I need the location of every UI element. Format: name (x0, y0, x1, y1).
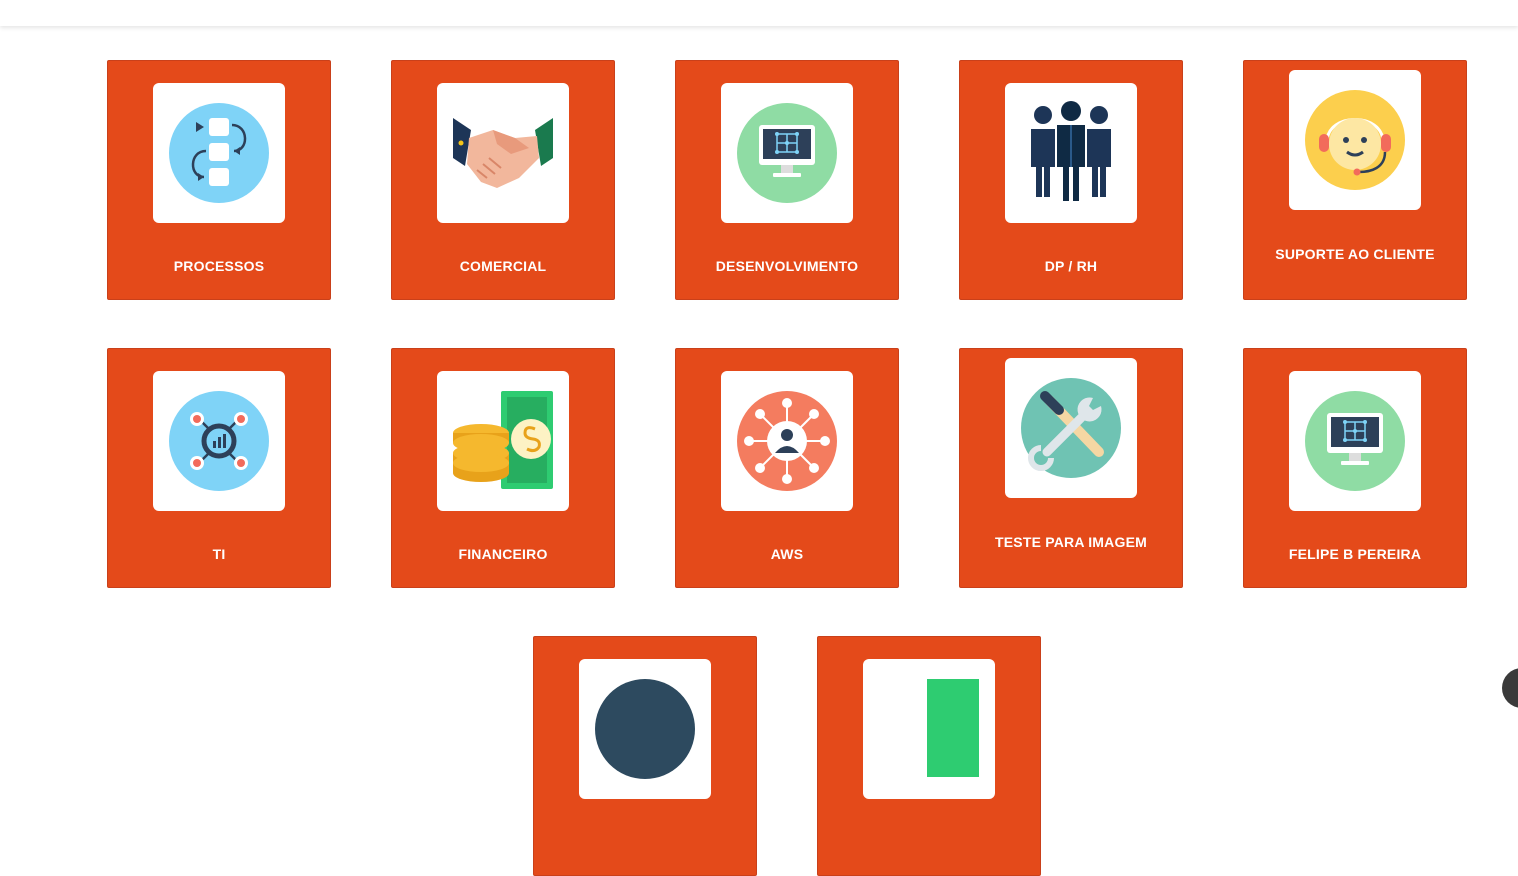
card-icon-tile (1289, 70, 1421, 210)
card-suporte-ao-cliente[interactable]: SUPORTE AO CLIENTE (1243, 60, 1467, 300)
card-label: SUPORTE AO CLIENTE (1275, 246, 1435, 262)
card-label: AWS (770, 546, 804, 562)
card-label: TESTE PARA IMAGEM (995, 534, 1147, 550)
card-ti[interactable]: TI (107, 348, 331, 588)
card-icon-tile (721, 83, 853, 223)
card-processos[interactable]: PROCESSOS (107, 60, 331, 300)
monitor-network-icon (737, 103, 837, 203)
card-icon-tile (153, 371, 285, 511)
people-group-icon (1031, 101, 1111, 201)
card-financeiro[interactable]: FINANCEIRO (391, 348, 615, 588)
card-label: FINANCEIRO (458, 546, 548, 562)
coins-money-icon (453, 391, 553, 489)
card-desenvolvimento[interactable]: DESENVOLVIMENTO (675, 60, 899, 300)
card-label: FELIPE B PEREIRA (1288, 546, 1422, 562)
card-label: PROCESSOS (173, 258, 265, 274)
partial-circle-icon (595, 679, 695, 779)
process-flow-icon (169, 103, 269, 203)
user-network-icon (737, 391, 837, 491)
support-headset-icon (1305, 90, 1405, 190)
card-label: DP / RH (1044, 258, 1098, 274)
tools-icon (1021, 378, 1121, 478)
card-icon-tile (579, 659, 711, 799)
card-dp-rh[interactable]: DP / RH (959, 60, 1183, 300)
card-icon-tile (863, 659, 995, 799)
card-icon-tile (1289, 371, 1421, 511)
card-label: TI (212, 546, 226, 562)
card-aws[interactable]: AWS (675, 348, 899, 588)
card-partial-2[interactable] (817, 636, 1041, 876)
card-icon-tile (1005, 358, 1137, 498)
partial-money-icon (927, 679, 979, 777)
card-icon-tile (1005, 83, 1137, 223)
card-icon-tile (437, 371, 569, 511)
card-felipe-b-pereira[interactable]: FELIPE B PEREIRA (1243, 348, 1467, 588)
card-partial-1[interactable] (533, 636, 757, 876)
card-label: COMERCIAL (459, 258, 547, 274)
monitor-network-icon (1305, 391, 1405, 491)
card-teste-para-imagem[interactable]: TESTE PARA IMAGEM (959, 348, 1183, 588)
handshake-icon (453, 118, 553, 188)
card-icon-tile (437, 83, 569, 223)
card-comercial[interactable]: COMERCIAL (391, 60, 615, 300)
card-icon-tile (153, 83, 285, 223)
tech-hub-icon (169, 391, 269, 491)
card-label: DESENVOLVIMENTO (715, 258, 859, 274)
card-icon-tile (721, 371, 853, 511)
department-grid: PROCESSOS COMERCIAL DESENVOLVIMENTO DP /… (0, 0, 1518, 876)
